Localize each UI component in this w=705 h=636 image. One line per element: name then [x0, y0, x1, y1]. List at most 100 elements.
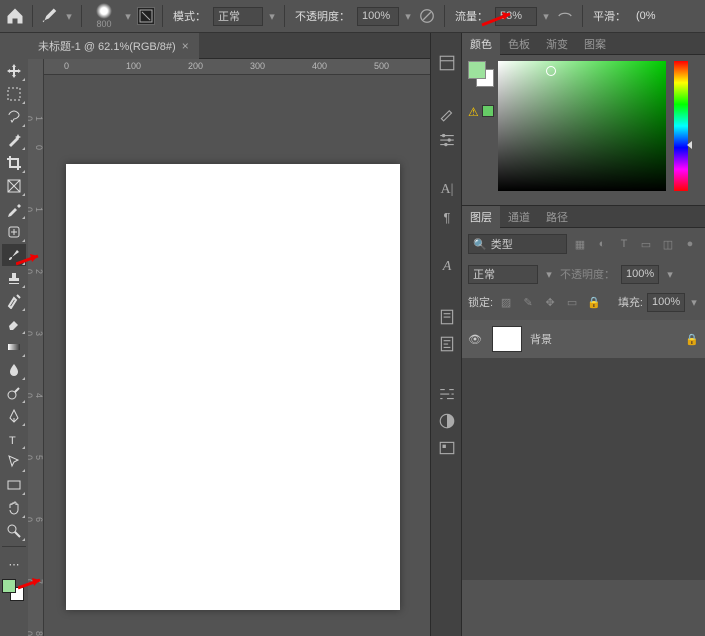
chevron-down-icon[interactable]: ▾	[541, 6, 551, 26]
dodge-tool[interactable]	[2, 382, 26, 404]
hue-slider[interactable]	[674, 61, 688, 191]
history-brush-tool[interactable]	[2, 290, 26, 312]
paragraph-panel-icon[interactable]: ¶	[433, 205, 461, 229]
mode-label: 模式：	[173, 8, 206, 24]
blur-tool[interactable]	[2, 359, 26, 381]
zoom-tool[interactable]	[2, 520, 26, 542]
color-cursor	[546, 66, 556, 76]
tab-channels[interactable]: 通道	[500, 206, 538, 228]
lock-transparent-icon[interactable]: ▨	[497, 293, 515, 311]
color-panel: ⚠	[462, 55, 705, 205]
layer-name[interactable]: 背景	[530, 331, 552, 347]
type-tool[interactable]: T	[2, 428, 26, 450]
crop-tool[interactable]	[2, 152, 26, 174]
options-bar: ▾ 800 ▾ 模式： 正常 ▾ 不透明度： 100% ▾ 流量： 53% ▾ …	[0, 0, 705, 33]
filter-pixel-icon[interactable]: ▦	[571, 235, 589, 253]
layer-list: 👁 背景 🔒	[462, 320, 705, 580]
opacity-label: 不透明度：	[295, 8, 350, 24]
lock-position-icon[interactable]: ✥	[541, 293, 559, 311]
hand-tool[interactable]	[2, 497, 26, 519]
chevron-down-icon[interactable]: ▾	[267, 6, 277, 26]
brush-tool-icon[interactable]	[40, 6, 60, 26]
chevron-down-icon[interactable]: ▾	[403, 6, 413, 26]
filter-type-icon[interactable]: T	[615, 235, 633, 253]
vertical-ruler: 0 10 100 200 300 400 500 600 700 80	[28, 59, 44, 636]
canvas-area[interactable]	[44, 75, 430, 636]
libraries-panel-icon[interactable]	[433, 436, 461, 460]
history-panel-icon[interactable]	[433, 51, 461, 75]
glyphs-panel-icon[interactable]: A	[433, 255, 461, 279]
path-select-tool[interactable]	[2, 451, 26, 473]
stamp-tool[interactable]	[2, 267, 26, 289]
home-icon[interactable]	[5, 6, 25, 26]
chevron-down-icon[interactable]: ▾	[544, 264, 554, 284]
character-panel-icon[interactable]: A|	[433, 178, 461, 202]
opacity-input[interactable]: 100%	[357, 7, 399, 26]
airbrush-icon[interactable]	[555, 6, 575, 26]
pen-tool[interactable]	[2, 405, 26, 427]
filter-shape-icon[interactable]: ▭	[637, 235, 655, 253]
lock-icon[interactable]: 🔒	[685, 333, 699, 346]
tools-panel: T ⋯	[0, 33, 28, 636]
flow-input[interactable]: 53%	[495, 7, 537, 26]
gradient-tool[interactable]	[2, 336, 26, 358]
chevron-down-icon[interactable]: ▾	[64, 6, 74, 26]
document-tab[interactable]: 未标题-1 @ 62.1%(RGB/8#) ×	[28, 33, 199, 59]
lock-paint-icon[interactable]: ✎	[519, 293, 537, 311]
layer-opacity-input[interactable]: 100%	[621, 265, 659, 284]
frame-tool[interactable]	[2, 175, 26, 197]
filter-toggle-icon[interactable]: ●	[681, 235, 699, 253]
styles-panel-icon[interactable]	[433, 409, 461, 433]
move-tool[interactable]	[2, 60, 26, 82]
lock-artboard-icon[interactable]: ▭	[563, 293, 581, 311]
chevron-down-icon[interactable]: ▾	[665, 264, 675, 284]
foreground-background-colors[interactable]	[2, 579, 26, 603]
tab-gradients[interactable]: 渐变	[538, 33, 576, 55]
lasso-tool[interactable]	[2, 106, 26, 128]
properties-panel-icon[interactable]	[433, 305, 461, 329]
layer-thumbnail[interactable]	[492, 326, 522, 352]
brushes-panel-icon[interactable]	[433, 101, 461, 125]
brush-settings-icon[interactable]	[433, 128, 461, 152]
gamut-closest-swatch[interactable]	[482, 105, 494, 117]
brush-preset-preview[interactable]: 800	[89, 1, 119, 31]
edit-toolbar-icon[interactable]: ⋯	[2, 553, 26, 575]
filter-adjust-icon[interactable]: ◐	[593, 235, 611, 253]
tab-layers[interactable]: 图层	[462, 206, 500, 228]
chevron-down-icon[interactable]: ▾	[689, 292, 699, 312]
tab-paths[interactable]: 路径	[538, 206, 576, 228]
foreground-color-swatch[interactable]	[2, 579, 16, 593]
layer-filter-search[interactable]: 🔍 类型	[468, 234, 567, 254]
layer-blend-select[interactable]: 正常	[468, 265, 538, 284]
rectangle-tool[interactable]	[2, 474, 26, 496]
layers-panel: 图层 通道 路径 🔍 类型 ▦ ◐ T ▭ ◫ ● 正常 ▾ 不透明度： 100…	[462, 205, 705, 580]
document-canvas[interactable]	[66, 164, 400, 610]
panel-fgbg-swatches[interactable]: ⚠	[468, 61, 490, 199]
layer-item[interactable]: 👁 背景 🔒	[462, 320, 705, 358]
adjustments-panel-icon[interactable]	[433, 382, 461, 406]
chevron-down-icon[interactable]: ▾	[123, 6, 133, 26]
tab-color[interactable]: 颜色	[462, 33, 500, 55]
blend-mode-select[interactable]: 正常	[213, 7, 263, 26]
eyedropper-tool[interactable]	[2, 198, 26, 220]
marquee-tool[interactable]	[2, 83, 26, 105]
brush-tool[interactable]	[2, 244, 26, 266]
saturation-value-picker[interactable]	[498, 61, 666, 191]
lock-all-icon[interactable]: 🔒	[585, 293, 603, 311]
eraser-tool[interactable]	[2, 313, 26, 335]
tab-patterns[interactable]: 图案	[576, 33, 614, 55]
info-panel-icon[interactable]	[433, 332, 461, 356]
healing-tool[interactable]	[2, 221, 26, 243]
gamut-warning-icon[interactable]: ⚠	[468, 105, 479, 119]
panel-foreground-swatch[interactable]	[468, 61, 486, 79]
visibility-toggle-icon[interactable]: 👁	[468, 333, 484, 346]
pressure-opacity-icon[interactable]	[417, 6, 437, 26]
close-icon[interactable]: ×	[182, 39, 189, 53]
tab-swatches[interactable]: 色板	[500, 33, 538, 55]
lock-label: 锁定:	[468, 294, 493, 310]
magic-wand-tool[interactable]	[2, 129, 26, 151]
smooth-value: (0%	[636, 10, 656, 22]
filter-smart-icon[interactable]: ◫	[659, 235, 677, 253]
fill-input[interactable]: 100%	[647, 293, 685, 312]
brush-panel-icon[interactable]	[137, 7, 155, 25]
